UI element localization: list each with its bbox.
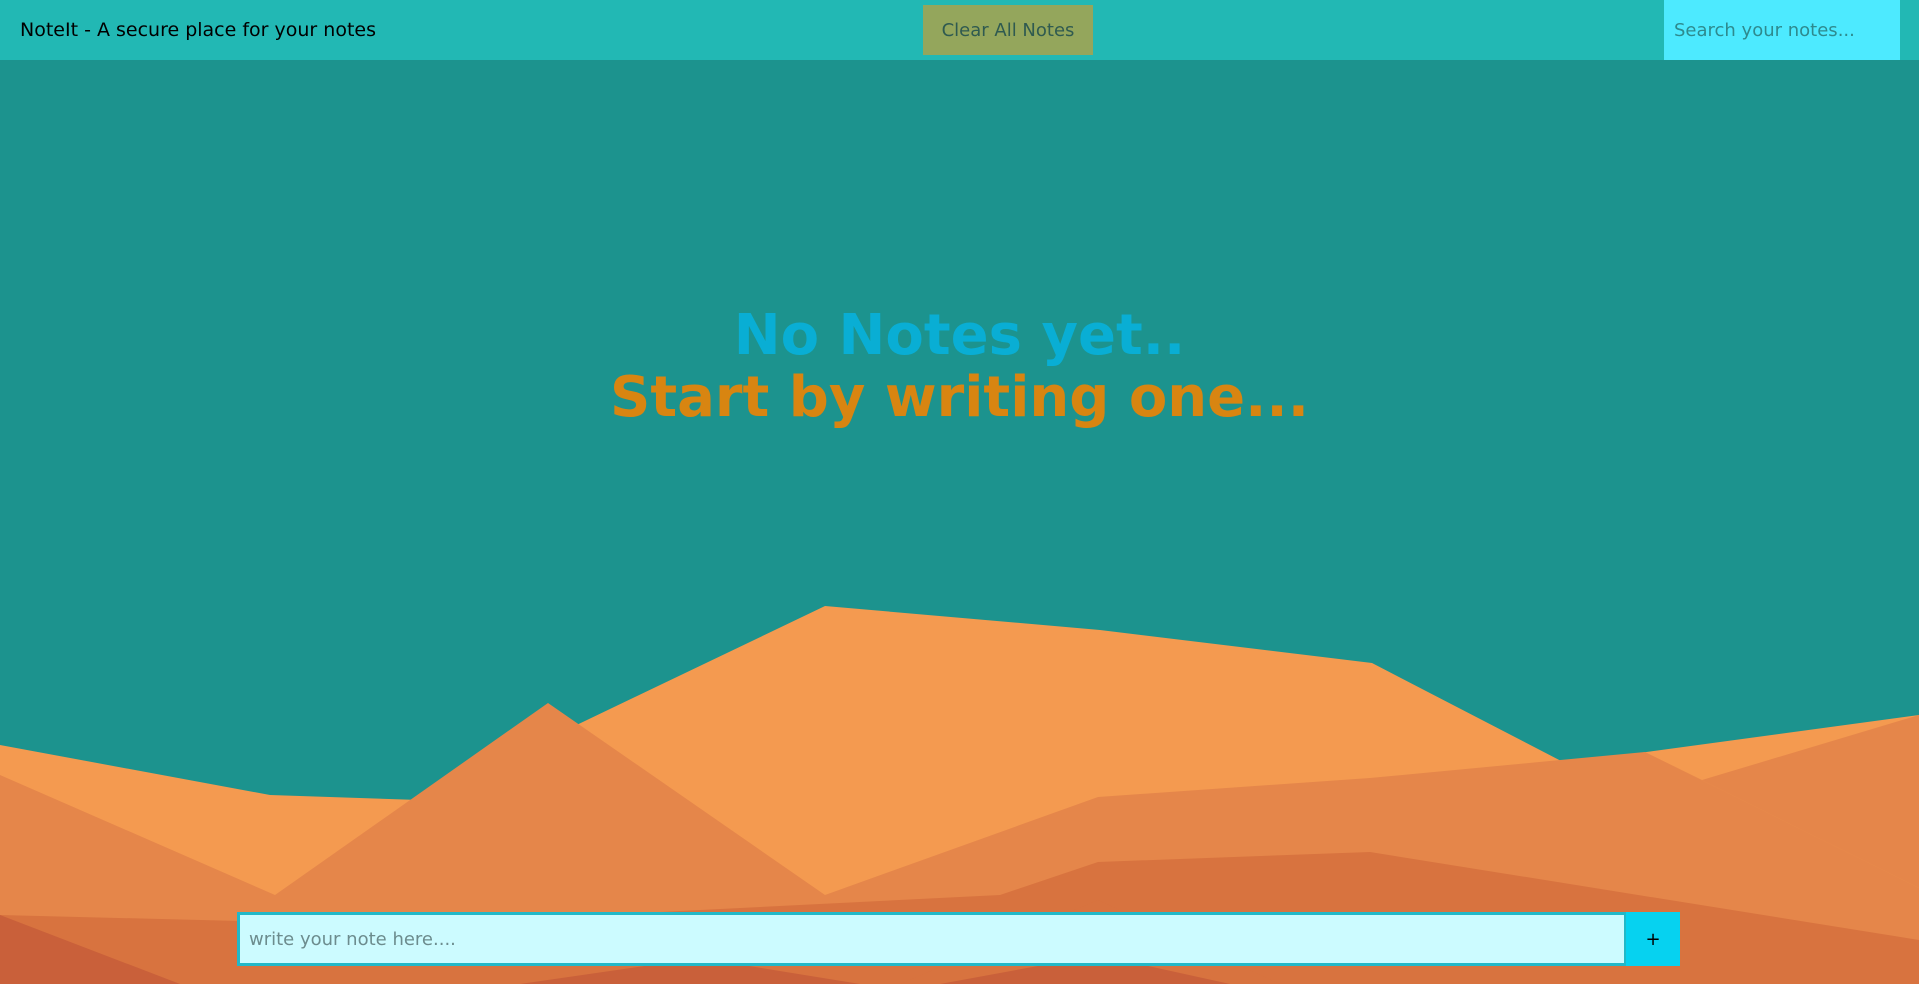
no-notes-heading: No Notes yet.. xyxy=(733,303,1186,368)
note-input[interactable] xyxy=(237,912,1627,966)
app-brand-title[interactable]: NoteIt - A secure place for your notes xyxy=(20,0,376,60)
search-input[interactable] xyxy=(1664,0,1900,60)
add-note-button[interactable]: + xyxy=(1626,912,1680,966)
mountain-background xyxy=(0,606,1919,984)
start-writing-heading: Start by writing one... xyxy=(610,365,1309,430)
app-page: NoteIt - A secure place for your notes C… xyxy=(0,0,1919,984)
note-composer: + xyxy=(237,912,1680,966)
clear-all-notes-button[interactable]: Clear All Notes xyxy=(923,5,1093,55)
empty-state-message: No Notes yet.. Start by writing one... xyxy=(0,305,1919,429)
top-navbar: NoteIt - A secure place for your notes C… xyxy=(0,0,1919,60)
